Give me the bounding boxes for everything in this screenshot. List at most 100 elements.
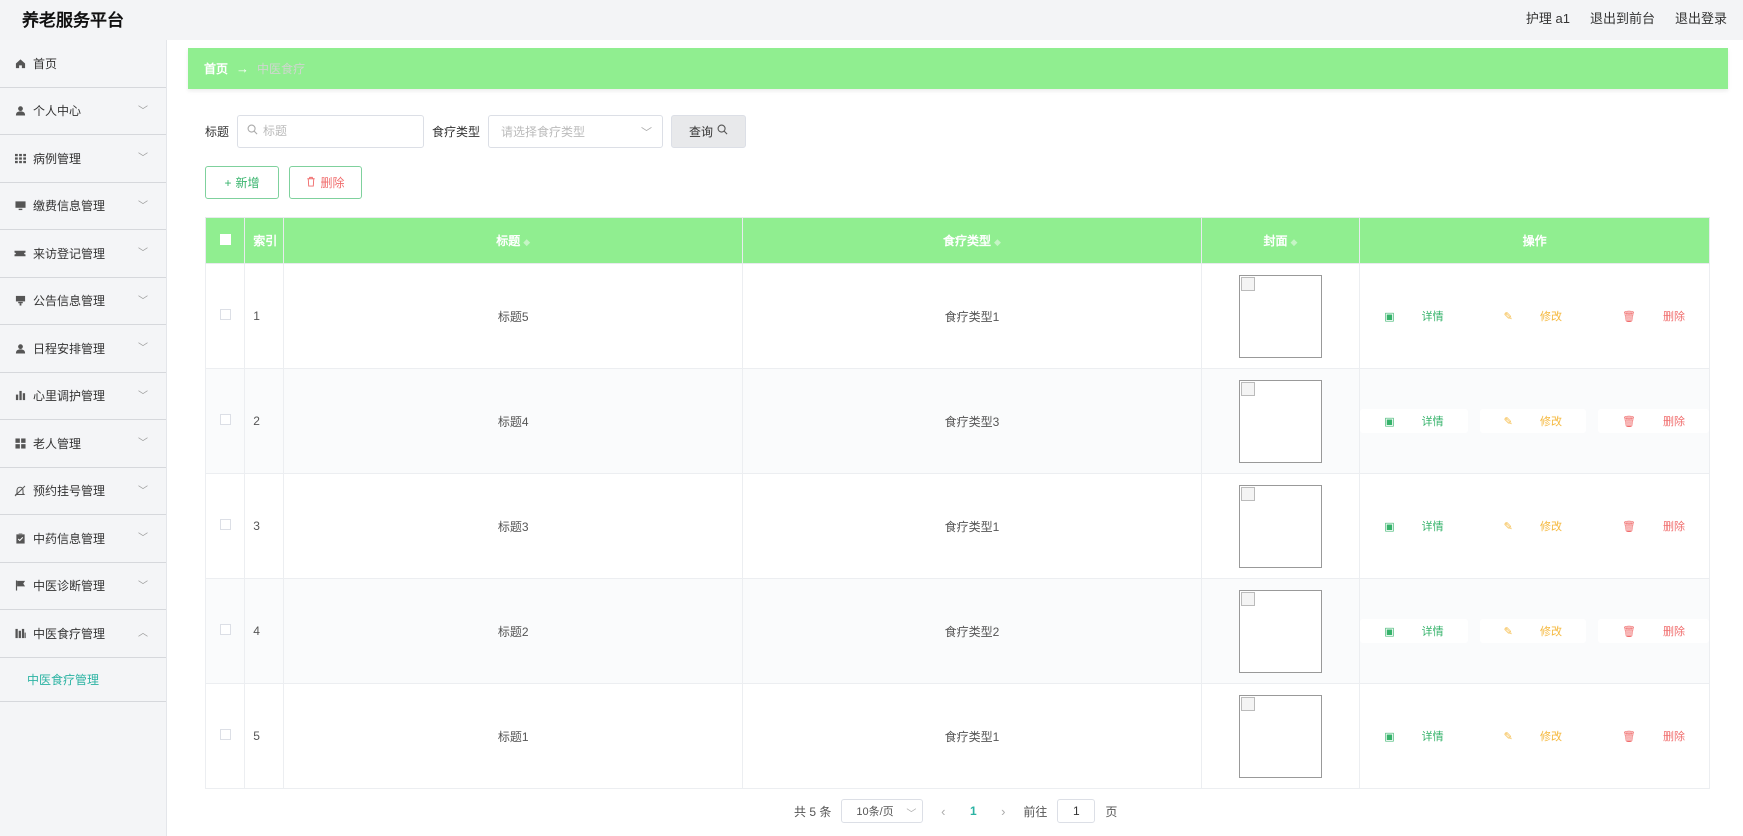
table-row: 3 标题3 食疗类型1 ▣ 详情 ✎ 修改 🗑︎ 删除 (204, 473, 1710, 579)
sidebar-item-notice[interactable]: 公告信息管理 ﹀ (0, 278, 166, 325)
row-checkbox[interactable] (219, 414, 231, 425)
clipboard-icon (14, 532, 26, 544)
row-index: 2 (244, 368, 285, 474)
flag-icon (14, 580, 26, 592)
edit-button[interactable]: ✎ 修改 (1480, 514, 1586, 538)
sidebar-item-tcm-diagnosis[interactable]: 中医诊断管理 ﹀ (0, 563, 166, 610)
row-title: 标题5 (283, 263, 744, 369)
delete-button[interactable]: 🗑︎ 删除 (1597, 619, 1709, 643)
chevron-down-icon: ﹀ (138, 580, 148, 592)
header-index: 索引 (244, 217, 285, 264)
chevron-down-icon: ﹀ (138, 248, 148, 260)
delete-button[interactable]: 🗑︎ 删除 (1597, 409, 1709, 433)
edit-button[interactable]: ✎ 修改 (1480, 304, 1586, 328)
row-title: 标题4 (283, 368, 744, 474)
exit-to-frontend-link[interactable]: 退出到前台 (1590, 8, 1655, 27)
row-diet-type: 食疗类型1 (742, 473, 1202, 579)
sort-icon: ◆ (1290, 237, 1298, 247)
delete-button[interactable]: 🗑︎ 删除 (1598, 514, 1709, 538)
prev-page-button[interactable]: ‹ (933, 804, 953, 819)
detail-button[interactable]: ▣ 详情 (1360, 724, 1467, 748)
diet-type-select[interactable]: 请选择食疗类型 ﹀ (488, 114, 664, 148)
pencil-icon: ✎ (1503, 521, 1516, 533)
sidebar-item-label: 首页 (33, 56, 58, 71)
row-ops-cell: ▣ 详情 ✎ 修改 🗑︎ 删除 (1359, 473, 1710, 579)
chevron-down-icon: ﹀ (138, 343, 148, 355)
row-title: 标题2 (283, 578, 744, 684)
trash-icon (306, 176, 316, 190)
select-all-cell (204, 217, 246, 264)
top-header: 养老服务平台 护理 a1 退出到前台 退出登录 (0, 0, 1743, 32)
sidebar-item-label: 中医诊断管理 (33, 579, 106, 594)
row-index: 3 (244, 473, 285, 579)
detail-button[interactable]: ▣ 详情 (1360, 619, 1468, 643)
edit-label: 修改 (1539, 626, 1562, 638)
logout-link[interactable]: 退出登录 (1675, 8, 1727, 27)
detail-button[interactable]: ▣ 详情 (1360, 304, 1467, 328)
trash-icon: 🗑︎ (1621, 311, 1639, 323)
sidebar-item-elderly[interactable]: 老人管理 ﹀ (0, 420, 166, 468)
sidebar-item-visitor[interactable]: 来访登记管理 ﹀ (0, 230, 166, 278)
sort-icon: ◆ (993, 237, 1001, 247)
delete-label: 删除 (1662, 311, 1685, 323)
trash-icon: 🗑︎ (1621, 521, 1639, 533)
sidebar-item-home[interactable]: 首页 (0, 40, 166, 88)
sidebar-item-schedule[interactable]: 日程安排管理 ﹀ (0, 325, 166, 373)
table-row: 4 标题2 食疗类型2 ▣ 详情 ✎ 修改 🗑︎ 删除 (204, 578, 1710, 684)
delete-button[interactable]: 🗑︎ 删除 (1598, 304, 1709, 328)
row-checkbox[interactable] (219, 624, 231, 635)
edit-button[interactable]: ✎ 修改 (1479, 409, 1586, 433)
cover-image (1238, 274, 1322, 358)
add-button[interactable]: + 新增 (205, 166, 279, 199)
edit-label: 修改 (1539, 311, 1562, 323)
chevron-down-icon: ﹀ (138, 153, 148, 165)
grid-icon (14, 152, 26, 164)
sidebar-item-appointment[interactable]: 预约挂号管理 ﹀ (0, 468, 166, 515)
header-title[interactable]: 标题 ◆ (283, 217, 744, 264)
row-checkbox[interactable] (219, 729, 231, 740)
row-checkbox[interactable] (219, 309, 231, 320)
detail-button[interactable]: ▣ 详情 (1360, 514, 1467, 538)
sidebar-subitem-tcm-diet[interactable]: 中医食疗管理 (0, 658, 166, 702)
query-button[interactable]: 查询 (671, 114, 747, 148)
chevron-down-icon: ﹀ (138, 105, 148, 117)
page-size-select[interactable]: 10条/页 ﹀ (841, 799, 924, 823)
sidebar-item-payment[interactable]: 缴费信息管理 ﹀ (0, 183, 166, 230)
batch-delete-button[interactable]: 删除 (289, 166, 362, 199)
sidebar-item-label: 个人中心 (33, 104, 82, 119)
sidebar-item-tcm-diet[interactable]: 中医食疗管理 ︿ (0, 610, 166, 658)
delete-label: 删除 (1662, 731, 1685, 743)
pagination: 共 5 条 10条/页 ﹀ ‹ 1 › 前往 页 (794, 799, 1117, 823)
sidebar-item-label: 日程安排管理 (33, 341, 106, 356)
goto-page-input[interactable] (1057, 799, 1096, 823)
edit-button[interactable]: ✎ 修改 (1479, 619, 1586, 643)
delete-button[interactable]: 🗑︎ 删除 (1598, 724, 1709, 748)
title-input-wrapper (237, 114, 425, 148)
sidebar-item-psych-care[interactable]: 心里调护管理 ﹀ (0, 373, 166, 420)
search-bar: 标题 食疗类型 请选择食疗类型 ﹀ 查询 (205, 114, 747, 148)
table-row: 2 标题4 食疗类型3 ▣ 详情 ✎ 修改 🗑︎ 删除 (204, 368, 1710, 474)
diet-type-label: 食疗类型 (432, 124, 481, 139)
cover-image (1238, 589, 1322, 673)
header-cover[interactable]: 封面 ◆ (1200, 217, 1361, 264)
sidebar-item-case-management[interactable]: 病例管理 ﹀ (0, 135, 166, 183)
notice-icon (14, 295, 26, 307)
row-checkbox[interactable] (219, 519, 231, 530)
pencil-icon: ✎ (1503, 416, 1516, 428)
main-content: 首页 → 中医食疗 标题 食疗类型 请选择食疗类型 ﹀ 查询 + 新增 删除 (167, 40, 1743, 836)
row-diet-type: 食疗类型1 (742, 683, 1202, 789)
chevron-down-icon: ﹀ (138, 533, 148, 545)
breadcrumb-home[interactable]: 首页 (204, 60, 228, 77)
select-all-checkbox[interactable] (219, 233, 231, 245)
sidebar-item-personal-center[interactable]: 个人中心 ﹀ (0, 88, 166, 135)
edit-button[interactable]: ✎ 修改 (1480, 724, 1586, 748)
ticket-icon (14, 247, 26, 259)
header-diet-type[interactable]: 食疗类型 ◆ (742, 217, 1202, 264)
page-number-current[interactable]: 1 (963, 804, 983, 818)
detail-button[interactable]: ▣ 详情 (1360, 409, 1468, 433)
delete-label: 删除 (1662, 521, 1685, 533)
title-input[interactable] (263, 124, 414, 138)
sidebar-item-herbal-medicine[interactable]: 中药信息管理 ﹀ (0, 515, 166, 563)
detail-label: 详情 (1421, 521, 1444, 533)
next-page-button[interactable]: › (993, 804, 1013, 819)
